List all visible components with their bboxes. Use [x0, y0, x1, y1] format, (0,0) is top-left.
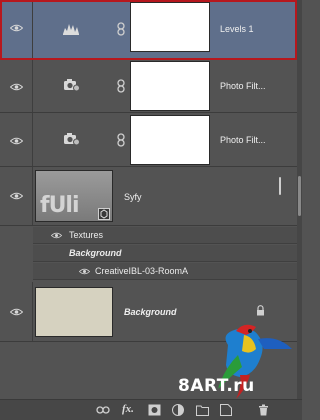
- thumbnail-text: fUli: [40, 193, 80, 218]
- add-mask-icon[interactable]: [148, 404, 161, 416]
- layer-mask-thumbnail[interactable]: [130, 115, 210, 165]
- new-layer-icon[interactable]: [220, 404, 232, 416]
- layer-photo-filter-1[interactable]: Photo Filt...: [0, 60, 297, 113]
- effects-sub-row[interactable]: Background: [33, 245, 297, 262]
- smart-object-icon: [98, 208, 110, 220]
- effects-item-label: CreativeIBL-03-RoomA: [95, 266, 189, 276]
- photo-filter-icon[interactable]: [62, 131, 80, 147]
- effects-sub-label: Background: [69, 248, 122, 258]
- layer-name[interactable]: Background: [124, 307, 177, 317]
- layer-levels-1[interactable]: Levels 1: [0, 0, 297, 60]
- eye-icon[interactable]: [10, 192, 23, 200]
- layer-mask-thumbnail[interactable]: [130, 2, 210, 52]
- layer-name[interactable]: Syfy: [124, 192, 142, 202]
- watermark-text: 8ART.ru: [178, 376, 255, 396]
- effects-item-row[interactable]: CreativeIBL-03-RoomA: [33, 263, 297, 280]
- layer-photo-filter-2[interactable]: Photo Filt...: [0, 113, 297, 167]
- link-layers-icon[interactable]: [96, 404, 110, 416]
- layer-name[interactable]: Photo Filt...: [220, 81, 266, 91]
- layer-syfy[interactable]: fUli Syfy: [0, 167, 297, 226]
- layers-panel: Levels 1 Photo Filt... Photo Filt... fUl…: [0, 0, 302, 420]
- link-icon[interactable]: [117, 133, 125, 147]
- add-style-button[interactable]: fx.: [122, 403, 134, 415]
- layer-thumbnail[interactable]: fUli: [35, 170, 113, 222]
- visibility-column: [0, 167, 33, 225]
- photo-filter-icon[interactable]: [62, 77, 80, 93]
- eye-icon[interactable]: [79, 268, 90, 275]
- link-icon[interactable]: [117, 79, 125, 93]
- effects-group-label: Textures: [69, 230, 104, 240]
- eye-icon[interactable]: [10, 24, 23, 32]
- levels-icon[interactable]: [62, 20, 80, 36]
- eye-icon[interactable]: [10, 137, 23, 145]
- eye-icon[interactable]: [10, 308, 23, 316]
- layer-name[interactable]: Photo Filt...: [220, 135, 266, 145]
- eye-icon[interactable]: [51, 232, 62, 239]
- adjustment-layer-icon[interactable]: [172, 404, 184, 416]
- fx-expand-icon[interactable]: [276, 177, 284, 195]
- scroll-thumb[interactable]: [298, 176, 301, 216]
- effects-group-row[interactable]: Textures: [33, 227, 297, 244]
- layers-toolbar: fx.: [0, 399, 302, 420]
- visibility-column: [0, 0, 33, 59]
- visibility-column: [0, 282, 33, 341]
- visibility-column: [0, 113, 33, 166]
- layer-thumbnail[interactable]: [35, 287, 113, 337]
- layer-name[interactable]: Levels 1: [220, 24, 254, 34]
- trash-icon[interactable]: [258, 404, 269, 416]
- eye-icon[interactable]: [10, 83, 23, 91]
- visibility-column: [0, 60, 33, 112]
- layer-mask-thumbnail[interactable]: [130, 61, 210, 111]
- new-group-icon[interactable]: [196, 404, 209, 416]
- link-icon[interactable]: [117, 22, 125, 36]
